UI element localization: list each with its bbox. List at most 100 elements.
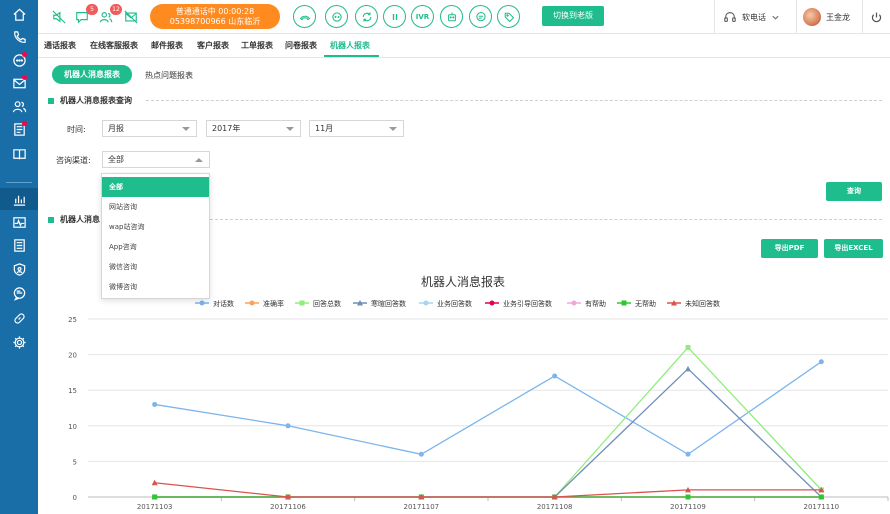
tab-survey-report[interactable]: 问卷报表 bbox=[285, 40, 317, 51]
x-tick-label: 20171106 bbox=[270, 503, 306, 511]
series-line bbox=[154, 361, 822, 456]
x-tick-label: 20171107 bbox=[404, 503, 440, 511]
y-tick-label: 0 bbox=[73, 494, 77, 502]
book-icon[interactable] bbox=[9, 145, 29, 163]
home-icon[interactable] bbox=[9, 5, 29, 23]
tab-email-report[interactable]: 邮件报表 bbox=[151, 40, 183, 51]
robot-button[interactable] bbox=[440, 5, 463, 28]
month-select[interactable]: 11月 bbox=[309, 120, 404, 137]
channel-select[interactable]: 全部 bbox=[102, 151, 210, 168]
export-excel-button[interactable]: 导出EXCEL bbox=[824, 239, 883, 258]
transfer-button[interactable] bbox=[355, 5, 378, 28]
chart-x-axis: 20171103 20171106 20171107 20171108 20171109… bbox=[137, 497, 889, 511]
tab-online-service-report[interactable]: 在线客服报表 bbox=[90, 40, 138, 51]
ivr-button[interactable]: IVR bbox=[411, 5, 434, 28]
softphone-label: 软电话 bbox=[742, 12, 766, 22]
channel-option-wechat[interactable]: 微信咨询 bbox=[102, 257, 209, 277]
channel-option-app[interactable]: App咨询 bbox=[102, 237, 209, 257]
mail-icon[interactable] bbox=[9, 74, 29, 92]
legend-marker bbox=[621, 300, 627, 306]
data-point bbox=[685, 344, 691, 350]
sms-button[interactable] bbox=[469, 5, 492, 28]
chat-message-icon[interactable]: 5 bbox=[73, 4, 98, 26]
link-icon[interactable] bbox=[9, 309, 29, 327]
x-tick-label: 20171110 bbox=[804, 503, 840, 511]
chat-icon[interactable] bbox=[9, 51, 29, 69]
legend-marker bbox=[423, 300, 429, 306]
y-tick-label: 25 bbox=[68, 316, 77, 324]
data-point bbox=[285, 423, 291, 429]
caret-down-icon bbox=[286, 127, 294, 131]
user-badge: 12 bbox=[110, 4, 122, 15]
sidebar bbox=[0, 0, 38, 514]
chart-series bbox=[151, 344, 825, 500]
query-button[interactable]: 查询 bbox=[826, 182, 882, 201]
data-point bbox=[152, 494, 158, 500]
ticket-icon[interactable] bbox=[9, 120, 29, 138]
section-marker bbox=[48, 97, 54, 104]
report-chart-icon[interactable] bbox=[0, 188, 38, 210]
year-select[interactable]: 2017年 bbox=[206, 120, 301, 137]
pause-button[interactable] bbox=[383, 5, 406, 28]
legend-marker bbox=[489, 300, 495, 306]
mute-icon[interactable] bbox=[50, 8, 68, 26]
data-point bbox=[685, 365, 691, 372]
user-group-icon[interactable]: 12 bbox=[97, 4, 122, 26]
shield-icon[interactable] bbox=[9, 260, 29, 278]
subtab-robot-message-report[interactable]: 机器人消息报表 bbox=[52, 65, 132, 84]
chevron-down-icon bbox=[772, 15, 779, 20]
legend-item-label: 有帮助 bbox=[585, 299, 606, 308]
legend-marker bbox=[299, 300, 305, 306]
phone-icon[interactable] bbox=[9, 28, 29, 46]
tab-customer-report[interactable]: 客户报表 bbox=[197, 40, 229, 51]
tab-robot-report[interactable]: 机器人报表 bbox=[330, 40, 370, 51]
headset-icon bbox=[724, 12, 736, 22]
y-tick-label: 20 bbox=[68, 352, 77, 360]
channel-value: 全部 bbox=[108, 155, 124, 164]
power-icon bbox=[871, 12, 882, 22]
user-name: 王金龙 bbox=[826, 12, 850, 22]
softphone-menu[interactable]: 软电话 bbox=[714, 0, 796, 34]
chart-title: 机器人消息报表 bbox=[421, 274, 505, 289]
monitor-icon[interactable] bbox=[9, 213, 29, 231]
tag-button[interactable] bbox=[497, 5, 520, 28]
chart-grid bbox=[88, 318, 888, 498]
period-select[interactable]: 月报 bbox=[102, 120, 197, 137]
channel-option-website[interactable]: 网站咨询 bbox=[102, 197, 209, 217]
call-status-text: 普通通话中 00:00:28 bbox=[175, 7, 255, 16]
top-toolbar: 5 12 普通通话中 00:00:28 05398700966 山东临沂 IVR… bbox=[38, 0, 890, 34]
robot-message-line-chart: 机器人消息报表 对话数 准确率 回答总数 寒暄回答数 业务回答数 业务引导回答数 有帮助 无帮… bbox=[68, 274, 889, 511]
channel-option-wap[interactable]: wap站咨询 bbox=[102, 217, 209, 237]
user-menu[interactable]: 王金龙 bbox=[796, 0, 862, 34]
call-number-text: 05398700966 山东临沂 bbox=[169, 17, 261, 26]
notification-dot bbox=[22, 52, 27, 57]
legend-item-label: 业务回答数 bbox=[437, 299, 472, 308]
channel-option-all[interactable]: 全部 bbox=[102, 177, 209, 197]
series-group bbox=[152, 359, 824, 457]
legend-item-label: 未知回答数 bbox=[685, 299, 720, 308]
call-status-pill: 普通通话中 00:00:28 05398700966 山东临沂 bbox=[150, 4, 280, 29]
hangup-button[interactable] bbox=[293, 5, 316, 28]
x-tick-label: 20171103 bbox=[137, 503, 173, 511]
data-point bbox=[418, 451, 424, 457]
consult-button[interactable] bbox=[325, 5, 348, 28]
channel-option-weibo[interactable]: 微博咨询 bbox=[102, 277, 209, 297]
logout-button[interactable] bbox=[862, 0, 890, 34]
x-tick-label: 20171109 bbox=[670, 503, 706, 511]
tab-ticket-report[interactable]: 工单报表 bbox=[241, 40, 273, 51]
legend-marker bbox=[571, 300, 577, 306]
legend-item-label: 对话数 bbox=[213, 299, 234, 308]
section-divider bbox=[210, 219, 882, 220]
tab-call-report[interactable]: 通话报表 bbox=[44, 40, 76, 51]
users-icon[interactable] bbox=[9, 97, 29, 115]
settings-gear-icon[interactable] bbox=[9, 333, 29, 351]
switch-old-version-button[interactable]: 切换到老版 bbox=[542, 6, 604, 26]
export-pdf-button[interactable]: 导出PDF bbox=[761, 239, 818, 258]
mail-off-icon[interactable] bbox=[122, 8, 140, 26]
active-tab-underline bbox=[324, 55, 379, 57]
document-icon[interactable] bbox=[9, 236, 29, 254]
subtab-hot-question-report[interactable]: 热点问题报表 bbox=[145, 70, 193, 81]
legend-item-label: 业务引导回答数 bbox=[503, 299, 552, 308]
data-point bbox=[818, 359, 824, 365]
message-icon[interactable] bbox=[9, 284, 29, 302]
